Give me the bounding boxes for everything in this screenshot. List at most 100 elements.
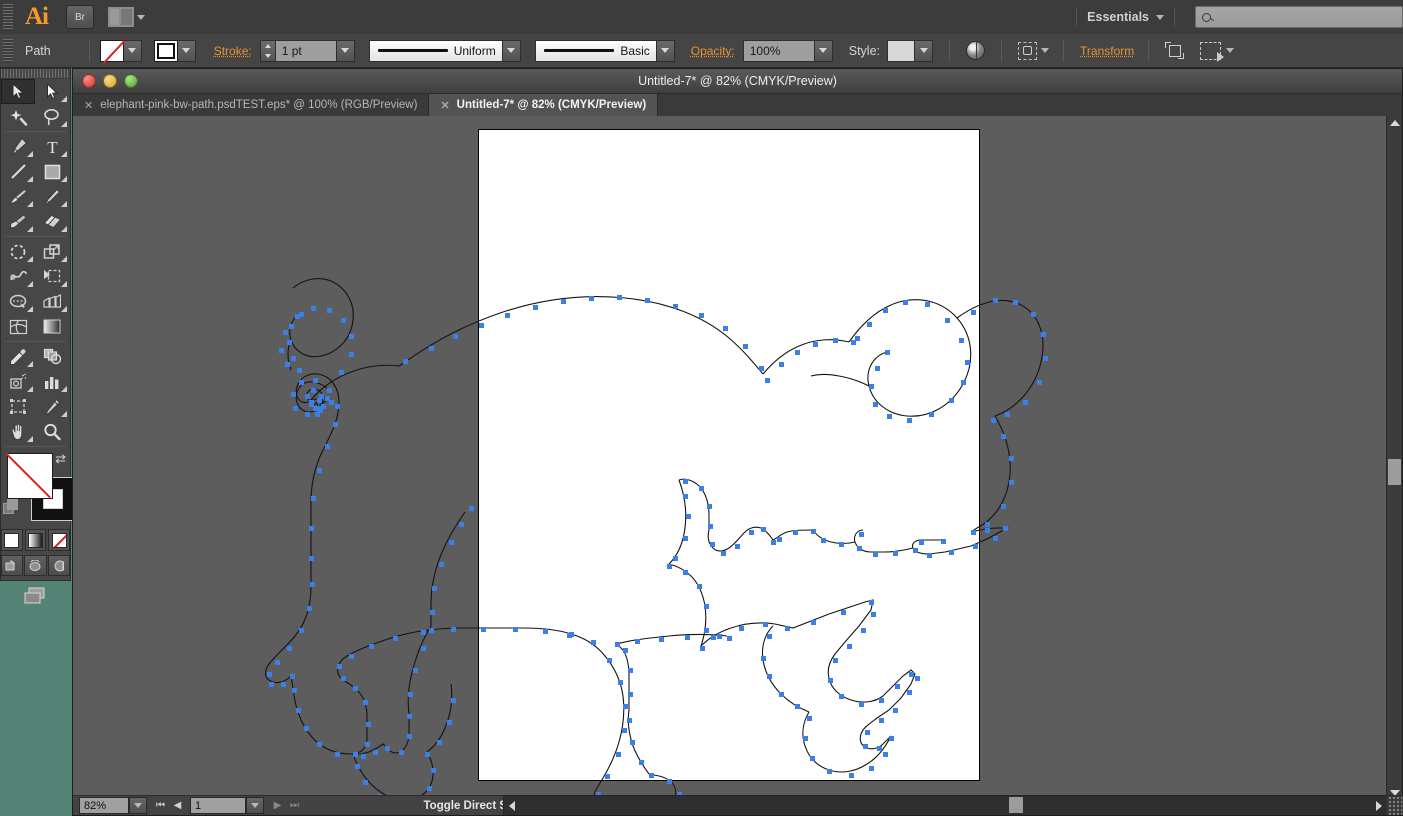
hand-tool[interactable] [1, 419, 35, 444]
opacity-label[interactable]: Opacity: [691, 44, 735, 58]
vertical-scroll-thumb[interactable] [1388, 459, 1401, 485]
stroke-weight-control[interactable]: 1 pt [259, 39, 355, 62]
width-profile-control[interactable]: Uniform [368, 39, 521, 62]
tools-panel-gripper[interactable] [1, 69, 70, 79]
color-mode-button[interactable] [1, 529, 23, 551]
scroll-right-button[interactable] [1371, 796, 1387, 815]
direct-selection-tool[interactable] [35, 79, 69, 104]
first-page-icon[interactable]: ⏮ [152, 797, 169, 814]
pencil-tool[interactable] [35, 184, 69, 209]
workspace-chevron-down-icon[interactable] [1156, 14, 1164, 20]
rectangle-tool[interactable] [35, 159, 69, 184]
stroke-swatch[interactable] [153, 39, 178, 62]
document-tab-elephant[interactable]: ✕ elephant-pink-bw-path.psdTEST.eps* @ 1… [73, 94, 430, 116]
eraser-tool[interactable] [35, 209, 69, 234]
eyedropper-tool[interactable] [1, 344, 35, 369]
arrange-documents-button[interactable] [108, 6, 145, 28]
free-transform-tool[interactable] [35, 264, 69, 289]
document-titlebar[interactable]: Untitled-7* @ 82% (CMYK/Preview) [73, 69, 1402, 94]
fill-control[interactable] [99, 39, 142, 62]
stroke-weight-value[interactable]: 1 pt [275, 39, 337, 62]
page-number-input[interactable]: 1 [190, 797, 246, 814]
graphic-style-dropdown-button[interactable] [915, 39, 934, 62]
perspective-grid-tool[interactable] [35, 289, 69, 314]
stroke-weight-dropdown-button[interactable] [336, 39, 355, 62]
fill-dropdown-button[interactable] [123, 39, 142, 62]
scale-tool[interactable] [35, 239, 69, 264]
symbol-sprayer-tool[interactable] [1, 369, 35, 394]
lasso-tool[interactable] [35, 104, 69, 129]
search-input[interactable] [1195, 6, 1403, 28]
opacity-control[interactable]: 100% [742, 39, 833, 62]
controlbar-gripper[interactable] [3, 38, 13, 63]
line-segment-tool[interactable] [1, 159, 35, 184]
draw-inside-button[interactable] [47, 555, 70, 576]
width-profile-box[interactable]: Uniform [368, 39, 503, 62]
shape-builder-tool[interactable] [1, 289, 35, 314]
draw-normal-button[interactable] [1, 555, 24, 576]
mesh-tool[interactable] [1, 314, 35, 339]
gradient-tool[interactable] [35, 314, 69, 339]
close-tab-icon[interactable]: ✕ [84, 99, 93, 112]
blend-tool[interactable] [35, 344, 69, 369]
paintbrush-tool[interactable] [1, 184, 35, 209]
launch-bridge-button[interactable]: Br [66, 5, 94, 29]
graphic-style-swatch[interactable] [887, 39, 916, 62]
magic-wand-tool[interactable] [1, 104, 35, 129]
selection-tool[interactable] [1, 79, 35, 104]
graphic-style-control[interactable] [887, 39, 934, 62]
workspace-switcher-label[interactable]: Essentials [1087, 10, 1149, 24]
appbar-gripper[interactable] [3, 4, 13, 30]
zoom-window-button[interactable] [124, 74, 138, 88]
gradient-mode-button[interactable] [24, 529, 47, 551]
slice-tool[interactable] [35, 394, 69, 419]
transform-button[interactable]: Transform [1080, 44, 1134, 58]
canvas-area[interactable] [73, 116, 1402, 815]
swap-fill-stroke-icon[interactable]: ⇄ [55, 451, 66, 467]
artboard-tool[interactable] [1, 394, 35, 419]
fill-indicator[interactable] [7, 453, 53, 499]
width-profile-dropdown-button[interactable] [502, 39, 521, 62]
opacity-dropdown-button[interactable] [814, 39, 833, 62]
previous-page-icon[interactable]: ◀ [169, 797, 186, 814]
page-dropdown-button[interactable] [246, 797, 264, 814]
shape-options-button[interactable] [1200, 41, 1235, 62]
scroll-up-button[interactable] [1387, 116, 1402, 130]
fill-none-swatch[interactable] [99, 39, 124, 62]
brush-definition-control[interactable]: Basic [534, 39, 675, 62]
draw-behind-button[interactable] [24, 555, 47, 576]
width-tool[interactable] [1, 264, 35, 289]
none-mode-button[interactable] [48, 529, 71, 551]
resize-grip[interactable] [1387, 796, 1402, 815]
type-tool[interactable]: T [35, 134, 69, 159]
change-screen-mode-button[interactable] [19, 584, 53, 611]
stroke-dropdown-button[interactable] [177, 39, 196, 62]
brush-definition-box[interactable]: Basic [534, 39, 657, 62]
brush-definition-dropdown-button[interactable] [656, 39, 675, 62]
close-tab-icon[interactable]: ✕ [440, 99, 449, 112]
vertical-scrollbar[interactable] [1386, 116, 1402, 800]
select-similar-objects-button[interactable] [1018, 41, 1050, 60]
recolor-artwork-icon[interactable] [966, 41, 986, 60]
stroke-weight-stepper[interactable] [259, 39, 276, 62]
document-tab-untitled7[interactable]: ✕ Untitled-7* @ 82% (CMYK/Preview) [429, 94, 659, 116]
zoom-level-input[interactable]: 82% [79, 797, 129, 814]
stroke-control[interactable] [153, 39, 196, 62]
next-page-icon[interactable]: ▶ [269, 797, 286, 814]
last-page-icon[interactable]: ⏭ [286, 797, 303, 814]
minimize-window-button[interactable] [103, 74, 117, 88]
close-window-button[interactable] [82, 74, 96, 88]
column-graph-tool[interactable] [35, 369, 69, 394]
stroke-weight-label[interactable]: Stroke: [214, 44, 252, 58]
align-icon[interactable] [1165, 42, 1185, 59]
rotate-tool[interactable] [1, 239, 35, 264]
horizontal-scrollbar[interactable] [503, 795, 1387, 815]
opacity-value[interactable]: 100% [742, 39, 815, 62]
default-fill-stroke-icon[interactable] [3, 499, 18, 514]
horizontal-scroll-thumb[interactable] [1009, 797, 1023, 813]
pen-tool[interactable] [1, 134, 35, 159]
scroll-left-button[interactable] [504, 796, 520, 815]
zoom-tool[interactable] [35, 419, 69, 444]
zoom-level-dropdown-button[interactable] [129, 797, 147, 814]
blob-brush-tool[interactable] [1, 209, 35, 234]
